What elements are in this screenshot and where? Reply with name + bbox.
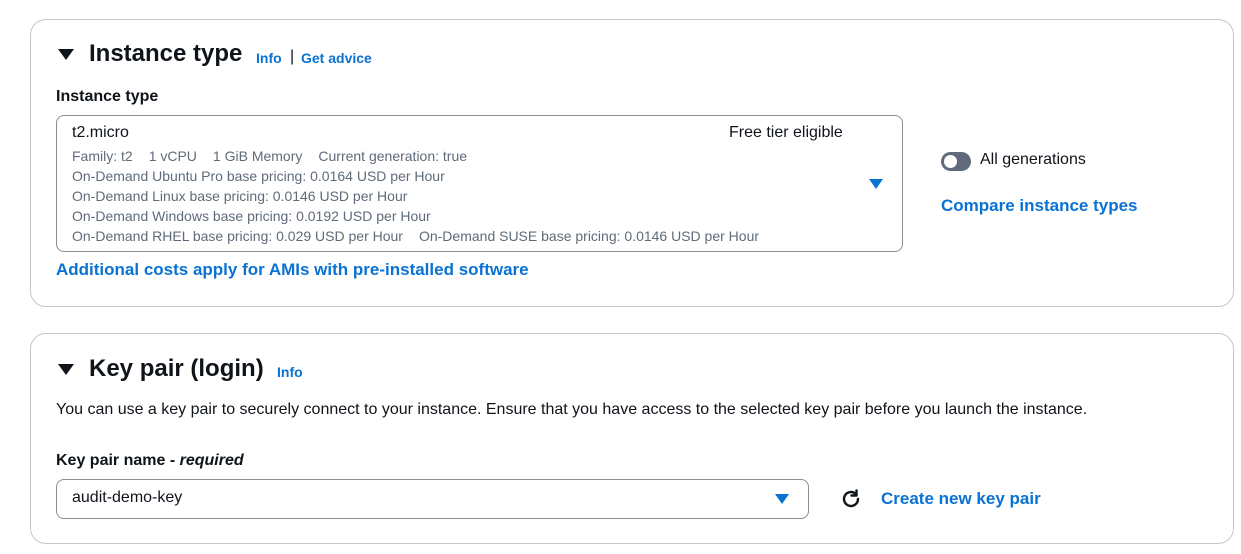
free-tier-badge: Free tier eligible [729,124,843,141]
key-pair-select[interactable]: audit-demo-key [56,479,809,519]
linux-pricing: On-Demand Linux base pricing: 0.0146 USD… [72,188,408,204]
generation-text: Current generation: true [318,148,468,164]
instance-type-info-link[interactable]: Info [256,50,282,66]
key-pair-label-text: Key pair name - [56,452,180,469]
key-pair-description: You can use a key pair to securely conne… [56,401,1088,418]
key-pair-heading: Key pair (login) [89,355,264,382]
instance-type-field-label: Instance type [56,88,159,105]
rhel-pricing: On-Demand RHEL base pricing: 0.029 USD p… [72,228,403,244]
ubuntu-pro-pricing: On-Demand Ubuntu Pro base pricing: 0.016… [72,168,445,184]
collapse-caret-icon[interactable] [58,364,74,375]
family-text: Family: t2 [72,148,133,164]
collapse-caret-icon[interactable] [58,49,74,60]
dropdown-caret-icon [775,494,789,504]
instance-type-select[interactable]: t2.micro Free tier eligible Family: t2 1 … [56,115,903,252]
link-separator: | [290,48,295,65]
suse-pricing: On-Demand SUSE base pricing: 0.0146 USD … [418,228,760,244]
compare-instance-types-link[interactable]: Compare instance types [941,196,1138,216]
windows-pricing: On-Demand Windows base pricing: 0.0192 U… [72,208,431,224]
vcpu-text: 1 vCPU [148,148,197,164]
key-pair-value: audit-demo-key [72,489,183,506]
additional-costs-link[interactable]: Additional costs apply for AMIs with pre… [56,260,529,280]
toggle-knob [944,155,957,168]
instance-type-name: t2.micro [72,124,129,141]
all-generations-toggle[interactable] [941,152,971,171]
get-advice-link[interactable]: Get advice [301,50,372,66]
memory-text: 1 GiB Memory [212,148,303,164]
instance-specs: Family: t2 1 vCPU 1 GiB Memory Current gene… [72,146,467,166]
dropdown-caret-icon [869,179,883,189]
instance-type-panel: Instance type Info | Get advice Instance… [30,19,1234,307]
all-generations-label: All generations [980,151,1086,168]
required-text: required [179,452,244,469]
key-pair-panel: Key pair (login) Info You can use a key … [30,333,1234,544]
create-key-pair-link[interactable]: Create new key pair [881,489,1041,509]
rhel-suse-pricing: On-Demand RHEL base pricing: 0.029 USD p… [72,226,759,246]
key-pair-name-label: Key pair name - required [56,452,244,470]
key-pair-info-link[interactable]: Info [277,364,303,380]
refresh-icon[interactable] [839,487,863,511]
instance-type-heading: Instance type [89,40,243,67]
